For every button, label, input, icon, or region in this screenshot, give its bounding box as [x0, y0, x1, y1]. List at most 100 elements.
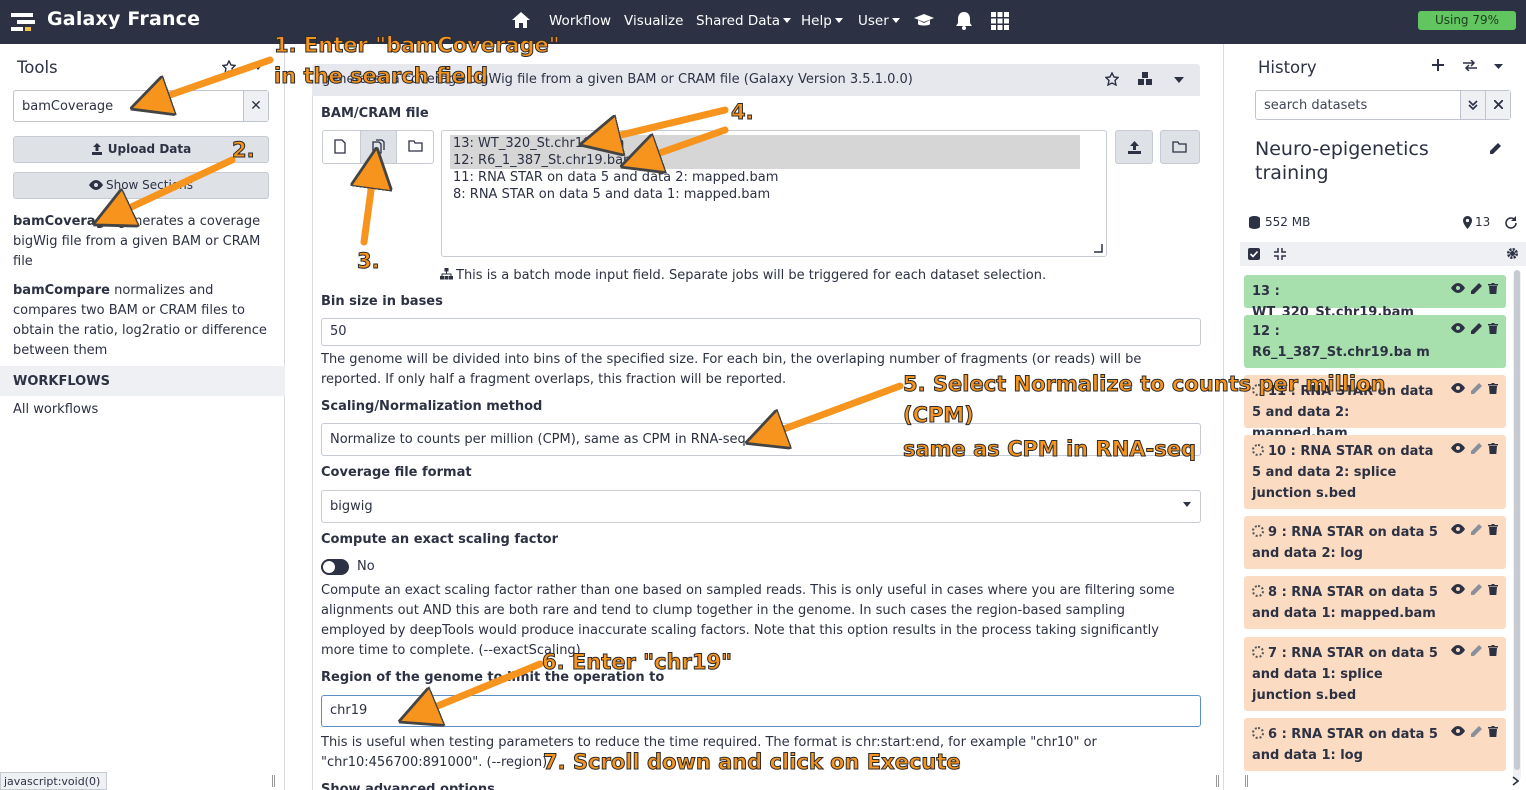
nav-shared-data[interactable]: Shared Data [696, 13, 791, 29]
eye-icon[interactable] [1451, 383, 1465, 393]
trash-icon[interactable] [1488, 383, 1498, 394]
annotation-step5c: same as CPM in RNA-seq [902, 437, 1197, 462]
all-workflows-link[interactable]: All workflows [13, 402, 98, 417]
compress-icon[interactable] [1274, 248, 1286, 260]
history-size[interactable]: 552 MB [1265, 215, 1310, 229]
quota-meter[interactable]: Using 79% [1418, 11, 1516, 30]
history-item[interactable]: 13 : WT_320_St.chr19.bam [1244, 275, 1506, 320]
edit-pencil-icon[interactable] [1471, 323, 1482, 334]
history-item[interactable]: 6 : RNA STAR on data 5 and data 1: log [1244, 718, 1506, 771]
dataset-option[interactable]: 11: RNA STAR on data 5 and data 2: mappe… [450, 169, 1080, 186]
resize-handle-icon[interactable] [1094, 244, 1103, 253]
history-item[interactable]: 10 : RNA STAR on data 5 and data 2: spli… [1244, 435, 1506, 509]
upload-data-button[interactable]: Upload Data [13, 136, 269, 163]
nav-workflow[interactable]: Workflow [549, 13, 611, 29]
annotation-step3: 3. [357, 249, 381, 274]
advanced-search-toggle[interactable] [1460, 91, 1485, 119]
eye-icon[interactable] [1451, 726, 1465, 736]
edit-pencil-icon[interactable] [1471, 443, 1482, 454]
apps-grid-icon[interactable] [991, 12, 1009, 30]
edit-pencil-icon[interactable] [1471, 726, 1482, 737]
galaxy-logo-icon[interactable] [11, 11, 37, 31]
eye-icon[interactable] [1451, 524, 1465, 534]
bin-size-input[interactable]: 50 [321, 318, 1201, 346]
nav-visualize[interactable]: Visualize [624, 13, 683, 29]
refresh-icon[interactable] [1504, 216, 1517, 229]
eye-icon[interactable] [1451, 283, 1465, 293]
tool-options-caret-icon[interactable] [1174, 77, 1184, 83]
masthead: Galaxy France Workflow Visualize Shared … [0, 0, 1526, 44]
edit-pencil-icon[interactable] [1471, 283, 1482, 294]
trash-icon[interactable] [1488, 283, 1498, 294]
history-options-caret-icon[interactable] [1494, 64, 1503, 69]
bell-icon[interactable] [955, 11, 973, 31]
dataset-option[interactable]: 13: WT_320_St.chr19.bam [450, 135, 1080, 152]
trash-icon[interactable] [1488, 645, 1498, 656]
dataset-option[interactable]: 12: R6_1_387_St.chr19.bam [450, 152, 1080, 169]
chevron-right-icon[interactable] [1512, 776, 1519, 786]
cubes-icon[interactable] [1138, 72, 1152, 86]
edit-pencil-icon[interactable] [1471, 383, 1482, 394]
history-item[interactable]: 9 : RNA STAR on data 5 and data 2: log [1244, 516, 1506, 569]
tool-result-bamcompare[interactable]: bamCompare normalizes and compares two B… [13, 281, 275, 361]
home-icon[interactable] [511, 11, 531, 29]
panel-drag-handle[interactable] [1245, 775, 1248, 787]
history-item[interactable]: 12 : R6_1_387_St.chr19.ba m [1244, 315, 1506, 368]
trash-icon[interactable] [1488, 584, 1498, 595]
annotation-step7: 7. Scroll down and click on Execute [543, 750, 962, 775]
tools-title: Tools [17, 58, 58, 77]
edit-pencil-icon[interactable] [1471, 645, 1482, 656]
clear-search-button[interactable]: ✕ [243, 91, 268, 121]
clear-history-search-button[interactable] [1485, 91, 1510, 119]
graduation-cap-icon[interactable] [913, 13, 935, 29]
history-search-input[interactable]: search datasets [1255, 90, 1511, 120]
dataset-option[interactable]: 8: RNA STAR on data 5 and data 1: mapped… [450, 186, 1080, 203]
switch-history-icon[interactable] [1463, 60, 1477, 71]
history-item-actions [1451, 443, 1498, 454]
tool-panel-menu-icon[interactable] [253, 64, 263, 70]
eye-icon[interactable] [1451, 323, 1465, 333]
tool-search-input[interactable]: bamCoverage ✕ [13, 90, 269, 122]
trash-icon[interactable] [1488, 443, 1498, 454]
annotation-step1a: 1. Enter "bamCoverage" [274, 33, 561, 58]
multiple-datasets-mode-button[interactable] [360, 131, 397, 163]
coverage-format-select[interactable]: bigwig [321, 490, 1201, 523]
coverage-format-value: bigwig [330, 499, 373, 514]
select-all-checkbox-icon[interactable] [1248, 248, 1260, 260]
history-count[interactable]: 13 [1475, 215, 1490, 229]
collection-mode-button[interactable] [397, 131, 434, 163]
trash-icon[interactable] [1488, 323, 1498, 334]
single-dataset-mode-button[interactable] [323, 131, 360, 163]
eye-icon[interactable] [1451, 584, 1465, 594]
eye-icon[interactable] [1451, 443, 1465, 453]
show-sections-button[interactable]: Show Sections [13, 172, 269, 199]
star-icon[interactable] [1105, 72, 1119, 86]
edit-pencil-icon[interactable] [1471, 524, 1482, 535]
upload-dataset-button[interactable] [1115, 130, 1153, 164]
trash-icon[interactable] [1488, 524, 1498, 535]
nav-user[interactable]: User [858, 13, 900, 29]
trash-icon[interactable] [1488, 726, 1498, 737]
brand-title[interactable]: Galaxy France [47, 8, 200, 30]
dataset-multiselect[interactable]: 13: WT_320_St.chr19.bam 12: R6_1_387_St.… [441, 130, 1107, 257]
map-marker-icon [1463, 216, 1472, 229]
browse-datasets-button[interactable] [1160, 130, 1200, 164]
panel-drag-handle[interactable] [272, 775, 275, 787]
favorites-icon[interactable] [222, 60, 236, 74]
edit-pencil-icon[interactable] [1471, 584, 1482, 595]
panel-drag-handle[interactable] [1216, 775, 1219, 787]
advanced-options-label[interactable]: Show advanced options [321, 782, 495, 790]
edit-pencil-icon[interactable] [1489, 142, 1502, 155]
history-scrollbar[interactable] [1513, 270, 1521, 780]
exact-scaling-toggle[interactable] [321, 559, 349, 575]
history-item[interactable]: 7 : RNA STAR on data 5 and data 1: splic… [1244, 637, 1506, 711]
nav-help[interactable]: Help [801, 13, 843, 29]
region-input[interactable]: chr19 [321, 695, 1201, 727]
eye-icon[interactable] [1451, 645, 1465, 655]
history-item-title-text: 9 : RNA STAR on data 5 and data 2: log [1252, 525, 1438, 561]
tool-result-bamcoverage[interactable]: bamCoverage generates a coverage bigWig … [13, 212, 275, 272]
history-name[interactable]: Neuro-epigenetics training [1255, 137, 1475, 185]
history-item[interactable]: 8 : RNA STAR on data 5 and data 1: mappe… [1244, 576, 1506, 629]
gear-icon[interactable] [1506, 247, 1519, 260]
plus-icon[interactable] [1432, 59, 1444, 71]
